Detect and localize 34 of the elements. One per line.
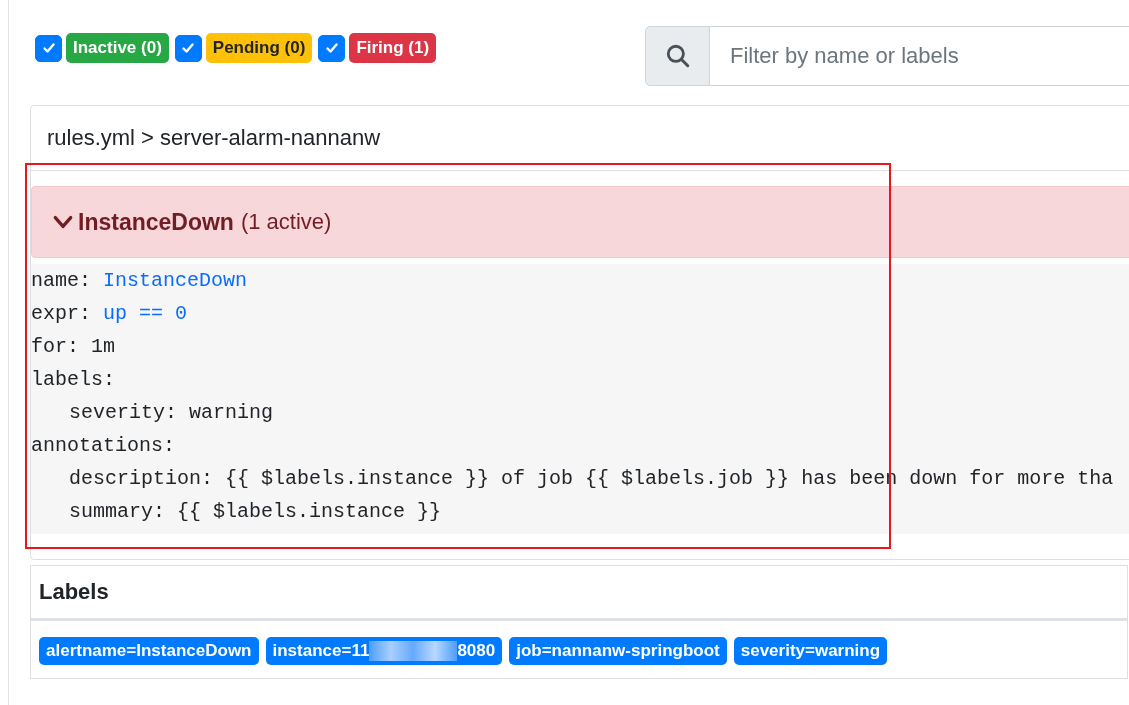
label-badge: severity=warning [733,637,888,665]
rule-key: annotations: [31,434,176,457]
rule-key: expr: [31,302,91,325]
label-badge: job=nannanw-springboot [509,637,727,665]
group-title: rules.yml > server-alarm-nannanw [47,125,381,151]
rule-value: 1m [91,335,116,358]
rule-key: severity: [69,401,178,424]
check-icon [180,40,197,56]
check-icon [323,40,340,56]
search-icon [664,43,691,69]
checkbox[interactable] [318,34,346,62]
rule-value: InstanceDown [103,269,248,292]
check-icon [40,40,57,56]
rule-value: warning [189,401,274,424]
rule-value: up == 0 [103,302,188,325]
rule-key: name: [31,269,91,292]
search-field[interactable]: Filter by name or labels [710,26,1129,86]
rule-value: {{ $labels.instance }} [177,500,442,523]
rule-key: labels: [31,368,115,391]
search-addon[interactable] [645,26,710,86]
alert-header[interactable]: InstanceDown (1 active) [31,186,1129,258]
active-count: (1 active) [240,209,332,235]
label-badge: instance=11 8080 [265,637,503,665]
rule-key: summary: [69,500,165,523]
rule-key: description: [69,467,214,490]
alert-name: InstanceDown [78,208,234,236]
status-badge: Inactive (0) [66,33,169,63]
checkbox[interactable] [174,34,202,62]
status-badge: Pending (0) [205,33,313,63]
label-badge: alertname=InstanceDown [39,637,259,665]
checkbox[interactable] [35,34,62,62]
status-badge: Firing (1) [349,33,437,63]
table-header: Labels [39,579,109,605]
rule-key: for: [31,335,79,358]
